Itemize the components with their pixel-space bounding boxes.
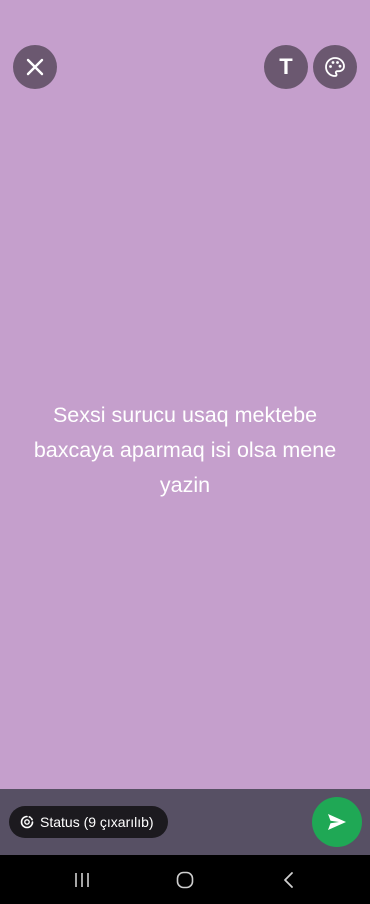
- back-icon: [284, 872, 293, 888]
- recent-apps-icon: [75, 873, 89, 887]
- status-privacy-button[interactable]: Status (9 çıxarılıb): [9, 806, 168, 838]
- status-ring-icon: [20, 815, 34, 829]
- text-tool-icon: T: [279, 54, 293, 79]
- palette-icon: [325, 57, 345, 77]
- home-button[interactable]: [170, 867, 200, 893]
- color-palette-button[interactable]: [313, 45, 357, 89]
- status-text[interactable]: Sexsi surucu usaq mektebe baxcaya aparma…: [20, 398, 350, 503]
- close-icon: [26, 58, 44, 76]
- home-icon: [176, 871, 194, 889]
- system-navigation-bar: [0, 855, 370, 904]
- recent-apps-button[interactable]: [67, 867, 97, 893]
- back-button[interactable]: [274, 867, 304, 893]
- status-canvas[interactable]: [0, 0, 370, 789]
- send-icon: [328, 814, 346, 830]
- send-button[interactable]: [312, 797, 362, 847]
- close-button[interactable]: [13, 45, 57, 89]
- text-tool-button[interactable]: T: [264, 45, 308, 89]
- status-privacy-label: Status (9 çıxarılıb): [40, 814, 154, 830]
